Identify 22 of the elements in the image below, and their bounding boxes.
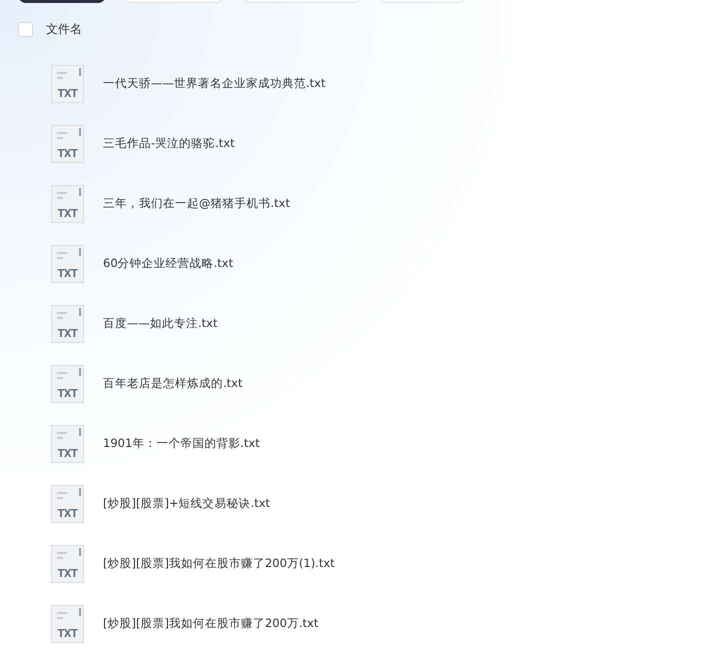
txt-file-icon: TXT	[51, 365, 84, 403]
txt-file-icon: TXT	[51, 185, 84, 223]
file-name[interactable]: [炒股][股票]我如何在股市赚了200万.txt	[103, 615, 318, 633]
file-name[interactable]: [炒股][股票]我如何在股市赚了200万(1).txt	[103, 555, 335, 573]
txt-file-icon: TXT	[51, 65, 84, 103]
txt-file-icon: TXT	[51, 425, 84, 463]
txt-file-icon: TXT	[51, 125, 84, 163]
select-all-checkbox[interactable]	[18, 22, 33, 36]
file-name[interactable]: [炒股][股票]+短线交易秘诀.txt	[103, 495, 270, 513]
txt-file-icon: TXT	[51, 545, 84, 583]
file-name[interactable]: 三毛作品-哭泣的骆驼.txt	[103, 135, 235, 153]
file-name[interactable]: 1901年：一个帝国的背影.txt	[103, 435, 260, 453]
column-header: 文件名	[46, 21, 82, 38]
file-name[interactable]: 一代天骄——世界著名企业家成功典范.txt	[103, 75, 326, 93]
txt-file-icon: TXT	[51, 245, 84, 283]
txt-file-icon: TXT	[51, 605, 84, 643]
txt-file-icon: TXT	[51, 305, 84, 343]
txt-file-icon: TXT	[51, 485, 84, 523]
file-name[interactable]: 三年，我们在一起@猪猪手机书.txt	[103, 195, 290, 213]
file-name[interactable]: 百度——如此专注.txt	[103, 315, 218, 333]
file-name[interactable]: 百年老店是怎样炼成的.txt	[103, 375, 242, 393]
file-name[interactable]: 60分钟企业经营战略.txt	[103, 255, 234, 273]
